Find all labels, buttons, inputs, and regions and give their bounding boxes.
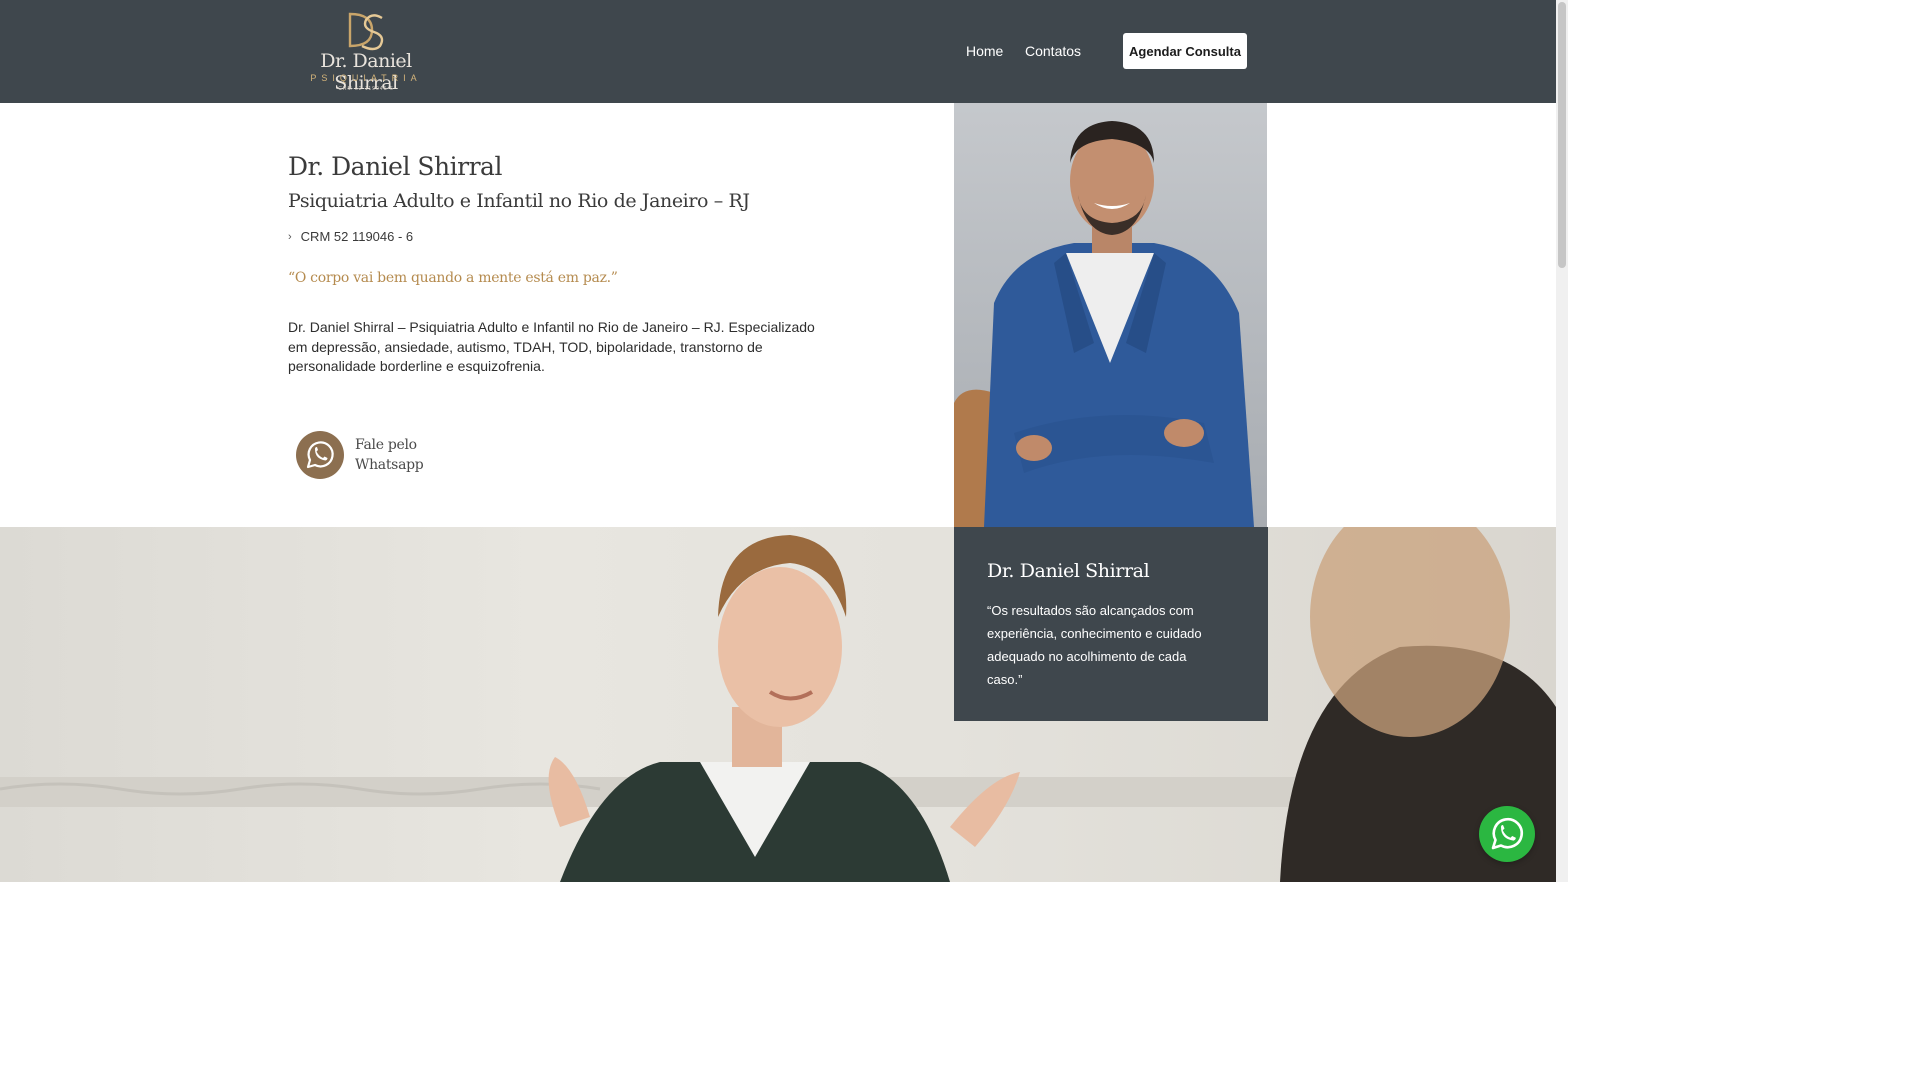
site-logo[interactable]: Dr. Daniel Shirral PSIQUIATRIA CRM 52 11… — [288, 10, 444, 94]
schedule-appointment-button[interactable]: Agendar Consulta — [1123, 33, 1247, 69]
nav-contatos-link[interactable]: Contatos — [1025, 43, 1081, 59]
hero-therapy-photo — [0, 527, 1556, 882]
logo-crm: CRM 52 119046-6 — [338, 86, 394, 92]
site-header: Dr. Daniel Shirral PSIQUIATRIA CRM 52 11… — [0, 0, 1556, 103]
whatsapp-icon-circle — [296, 431, 344, 479]
card-title: Dr. Daniel Shirral — [987, 560, 1150, 582]
whatsapp-label: Fale pelo Whatsapp — [355, 435, 445, 475]
nav-home-link[interactable]: Home — [966, 43, 1003, 59]
crm-list-item: › CRM 52 119046 - 6 — [288, 229, 413, 244]
tagline-quote: “O corpo vai bem quando a mente está em … — [288, 270, 618, 286]
whatsapp-icon — [1491, 818, 1523, 850]
intro-description: Dr. Daniel Shirral – Psiquiatria Adulto … — [288, 319, 815, 374]
therapy-session-illustration — [0, 527, 1556, 882]
whatsapp-label-line2: Whatsapp — [355, 457, 424, 473]
page-subtitle: Psiquiatria Adulto e Infantil no Rio de … — [288, 190, 750, 212]
scrollbar-thumb[interactable] — [1558, 2, 1566, 268]
whatsapp-label-line1: Fale pelo — [355, 437, 417, 453]
crm-text: CRM 52 119046 - 6 — [300, 229, 414, 244]
whatsapp-icon — [306, 441, 334, 469]
doctor-portrait-photo — [954, 103, 1267, 527]
doctor-quote-card: Dr. Daniel Shirral “Os resultados são al… — [954, 527, 1268, 721]
card-quote-text: “Os resultados são alcançados com experi… — [987, 603, 1202, 687]
whatsapp-contact-link[interactable]: Fale pelo Whatsapp — [296, 431, 446, 481]
chevron-right-icon: › — [288, 230, 292, 243]
floating-whatsapp-button[interactable] — [1479, 806, 1535, 862]
doctor-portrait-illustration — [954, 121, 1254, 527]
ds-monogram-logo — [348, 12, 384, 51]
logo-specialty: PSIQUIATRIA — [310, 73, 422, 83]
page-title: Dr. Daniel Shirral — [288, 152, 502, 181]
